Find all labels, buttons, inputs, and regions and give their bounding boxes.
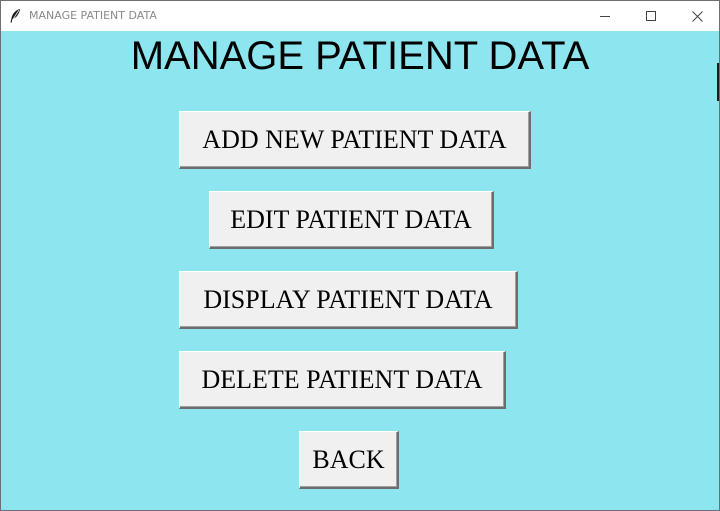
minimize-button[interactable] (582, 1, 628, 31)
maximize-button[interactable] (628, 1, 674, 31)
title-bar[interactable]: MANAGE PATIENT DATA (1, 1, 719, 31)
feather-icon (8, 8, 22, 24)
minimize-icon (600, 11, 610, 21)
delete-patient-data-button[interactable]: DELETE PATIENT DATA (179, 351, 506, 409)
add-new-patient-data-button[interactable]: ADD NEW PATIENT DATA (179, 111, 531, 169)
app-window: MANAGE PATIENT DATA MANAGE PATIENT DATA … (0, 0, 720, 511)
page-title: MANAGE PATIENT DATA (130, 34, 590, 78)
close-button[interactable] (674, 1, 719, 31)
window-edge-artifact (717, 63, 719, 101)
main-panel: MANAGE PATIENT DATA ADD NEW PATIENT DATA… (1, 31, 719, 510)
window-title: MANAGE PATIENT DATA (29, 9, 157, 22)
display-patient-data-button[interactable]: DISPLAY PATIENT DATA (179, 271, 518, 329)
maximize-icon (646, 11, 656, 21)
edit-patient-data-button[interactable]: EDIT PATIENT DATA (209, 191, 494, 249)
back-button[interactable]: BACK (299, 431, 399, 489)
close-icon (691, 10, 703, 22)
